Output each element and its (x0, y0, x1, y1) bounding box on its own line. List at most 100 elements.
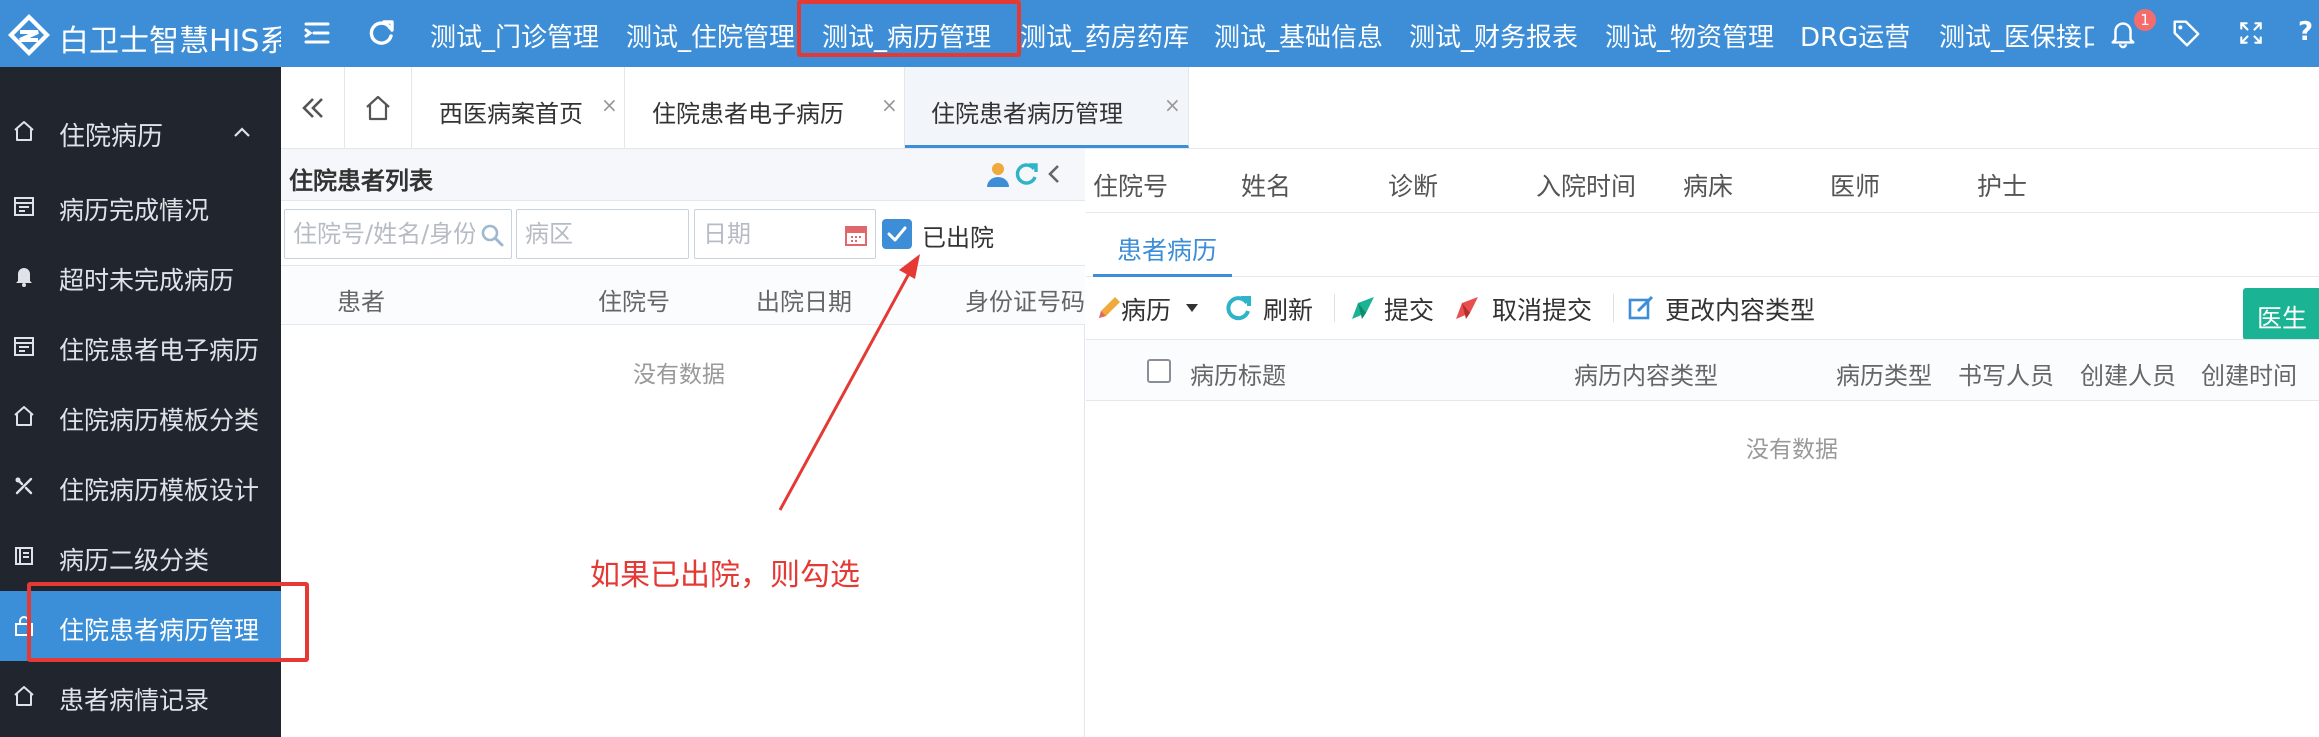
user-icon[interactable] (984, 160, 1012, 188)
chevron-left-icon[interactable] (1042, 160, 1070, 188)
annotation-text: 如果已出院，则勾选 (590, 558, 860, 593)
tab-label: 患者病历 (1117, 236, 1218, 265)
record-panel: 住院号 姓名 诊断 入院时间 病床 医师 护士 患者病历 病历 刷新 提交 取消… (1086, 149, 2319, 737)
column-header-patient[interactable]: 患者 (337, 282, 385, 317)
help-icon[interactable]: ? (2298, 17, 2313, 47)
module-finance-reports[interactable]: 测试_财务报表 (1409, 17, 1578, 54)
select-all-checkbox[interactable] (1147, 359, 1171, 383)
patient-search-input[interactable] (285, 210, 511, 258)
module-drg[interactable]: DRG运营 (1800, 17, 1910, 54)
info-diagnosis-label: 诊断 (1388, 172, 1439, 201)
search-icon[interactable] (479, 222, 505, 248)
book-icon (12, 544, 36, 568)
info-admission-time-label: 入院时间 (1536, 172, 1637, 201)
module-supplies[interactable]: 测试_物资管理 (1605, 17, 1774, 54)
fullscreen-icon[interactable] (2236, 16, 2266, 50)
column-header-discharge-date[interactable]: 出院日期 (756, 282, 852, 317)
menu-toggle-icon[interactable] (300, 16, 334, 50)
sidebar-item-record-management[interactable]: 住院患者病历管理 (0, 591, 281, 661)
column-header-content-type[interactable]: 病历内容类型 (1574, 356, 1718, 391)
home-icon (12, 404, 36, 428)
home-icon (12, 119, 36, 143)
module-inpatient[interactable]: 测试_住院管理 (626, 17, 795, 54)
notification-badge: 1 (2134, 9, 2156, 31)
tab-label: 住院患者电子病历 (652, 100, 844, 128)
module-insurance[interactable]: 测试_医保接口 (1939, 17, 2094, 54)
module-pharmacy[interactable]: 测试_药房药库 (1020, 17, 1189, 54)
reload-icon[interactable] (1012, 160, 1040, 188)
refresh-button[interactable]: 刷新 (1223, 291, 1319, 325)
change-content-type-button[interactable]: 更改内容类型 (1626, 291, 1815, 325)
refresh-icon (1226, 296, 1251, 321)
button-label: 医生 (2257, 304, 2308, 333)
toolbar-divider (1613, 294, 1614, 322)
tools-icon (12, 474, 36, 498)
column-header-inpatient-no[interactable]: 住院号 (598, 282, 670, 317)
module-medical-records[interactable]: 测试_病历管理 (822, 17, 991, 54)
sidebar-item-label: 住院患者电子病历 (59, 336, 260, 365)
records-table-header: 病历标题 病历内容类型 病历类型 书写人员 创建人员 创建时间 (1086, 339, 2319, 401)
calendar-icon[interactable] (843, 222, 869, 248)
panel-title: 住院患者列表 (289, 167, 433, 195)
sidebar-item-secondary-category[interactable]: 病历二级分类 (0, 521, 281, 591)
submit-button[interactable]: 提交 (1348, 291, 1446, 325)
home-tab-button[interactable] (345, 67, 412, 148)
sidebar-item-label: 住院病历模板分类 (59, 406, 260, 435)
sidebar-item-inpatient-emr[interactable]: 住院患者电子病历 (0, 311, 281, 381)
sidebar-item-condition-record[interactable]: 患者病情记录 (0, 661, 281, 731)
sidebar-item-overdue-records[interactable]: 超时未完成病历 (0, 241, 281, 311)
tab-label: 住院患者病历管理 (931, 100, 1123, 128)
sidebar-item-label: 病历完成情况 (59, 196, 210, 225)
calendar-icon (12, 334, 36, 358)
close-icon[interactable]: × (601, 93, 618, 117)
column-header-id-number[interactable]: 身份证号码 (965, 282, 1085, 317)
lock-icon (12, 614, 36, 638)
tab-patient-records[interactable]: 患者病历 (1093, 213, 1232, 277)
chevron-up-icon (232, 120, 252, 140)
column-header-created-time[interactable]: 创建时间 (2201, 356, 2297, 391)
close-icon[interactable]: × (1164, 93, 1181, 117)
button-label: 提交 (1384, 296, 1435, 325)
checkbox-checked-icon[interactable] (882, 219, 912, 249)
cancel-submit-button[interactable]: 取消提交 (1452, 291, 1598, 325)
column-header-writer[interactable]: 书写人员 (1958, 356, 2054, 391)
pencil-icon (1099, 297, 1120, 318)
close-icon[interactable]: × (881, 93, 898, 117)
sidebar: 住院病历 病历完成情况 超时未完成病历 住院患者电子病历 住院病历模板分类 住院… (0, 67, 281, 737)
collapse-sidebar-button[interactable] (281, 67, 345, 148)
doctor-button[interactable]: 医生 (2243, 288, 2319, 340)
patient-search-field[interactable] (284, 209, 512, 259)
tab-medical-record-home[interactable]: 西医病案首页 × (412, 67, 625, 148)
refresh-icon[interactable] (364, 16, 398, 50)
app-brand: 白卫士智慧HIS系统 (0, 0, 281, 67)
patient-filters: 已出院 (281, 201, 1085, 265)
record-menu-button[interactable]: 病历 (1094, 291, 1202, 325)
info-inpatient-no-label: 住院号 (1093, 172, 1169, 201)
tab-inpatient-emr[interactable]: 住院患者电子病历 × (625, 67, 905, 148)
ward-field[interactable] (516, 209, 689, 259)
sidebar-item-template-design[interactable]: 住院病历模板设计 (0, 451, 281, 521)
module-basic-info[interactable]: 测试_基础信息 (1214, 17, 1383, 54)
module-outpatient[interactable]: 测试_门诊管理 (430, 17, 599, 54)
patient-table-header: 患者 住院号 出院日期 身份证号码 (281, 265, 1085, 325)
date-field[interactable] (694, 209, 876, 259)
sidebar-item-template-category[interactable]: 住院病历模板分类 (0, 381, 281, 451)
column-header-record-type[interactable]: 病历类型 (1836, 356, 1932, 391)
sidebar-group-inpatient-records[interactable]: 住院病历 (0, 96, 281, 171)
ward-input[interactable] (517, 210, 688, 258)
double-chevron-left-icon (301, 97, 323, 118)
column-header-creator[interactable]: 创建人员 (2080, 356, 2176, 391)
caret-down-icon (1186, 304, 1198, 312)
edit-icon (1628, 295, 1654, 320)
button-label: 刷新 (1263, 296, 1314, 325)
column-header-record-title[interactable]: 病历标题 (1190, 356, 1286, 391)
tag-icon[interactable] (2170, 16, 2202, 50)
record-toolbar: 病历 刷新 提交 取消提交 更改内容类型 医生 (1086, 277, 2319, 340)
info-doctor-label: 医师 (1830, 172, 1881, 201)
tab-bar: 西医病案首页 × 住院患者电子病历 × 住院患者病历管理 × (281, 67, 2319, 149)
home-icon (366, 95, 390, 120)
sidebar-item-label: 病历二级分类 (59, 546, 210, 575)
info-nurse-label: 护士 (1977, 172, 2028, 201)
sidebar-item-record-completion[interactable]: 病历完成情况 (0, 171, 281, 241)
tab-record-management[interactable]: 住院患者病历管理 × (905, 67, 1189, 148)
